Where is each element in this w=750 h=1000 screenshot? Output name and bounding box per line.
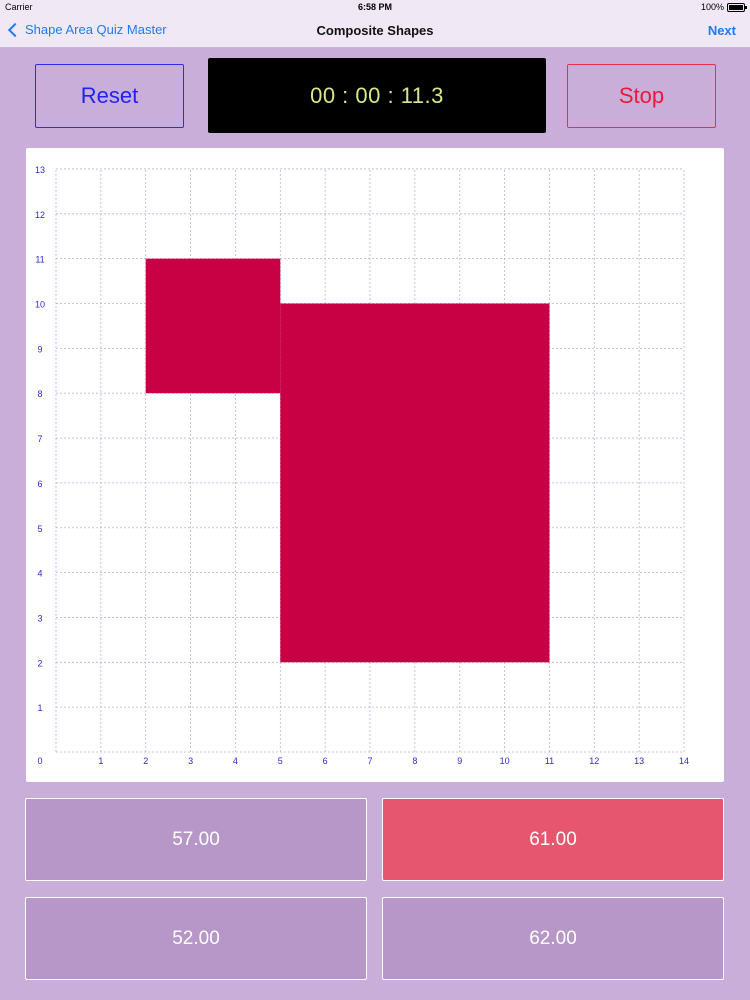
answer-option-4[interactable]: 62.00 — [382, 897, 724, 980]
y-tick-label: 1 — [37, 703, 42, 713]
x-tick-label: 7 — [368, 756, 373, 766]
navigation-bar: Shape Area Quiz Master Composite Shapes … — [0, 14, 750, 48]
y-tick-label: 5 — [37, 524, 42, 534]
x-tick-label: 10 — [500, 756, 510, 766]
y-tick-label: 8 — [37, 389, 42, 399]
clock: 6:58 PM — [357, 2, 392, 12]
y-tick-label: 6 — [37, 479, 42, 489]
y-tick-label: 11 — [35, 255, 44, 265]
y-tick-label: 12 — [35, 210, 45, 220]
composite-shape-part — [280, 303, 550, 663]
x-tick-label: 5 — [278, 756, 283, 766]
x-tick-label: 12 — [589, 756, 599, 766]
x-tick-label: 13 — [634, 756, 644, 766]
battery-icon — [727, 2, 747, 12]
page-title: Composite Shapes — [316, 23, 434, 38]
y-tick-label: 7 — [37, 434, 42, 444]
y-tick-label: 3 — [37, 613, 42, 623]
answer-option-1[interactable]: 57.00 — [25, 798, 367, 881]
reset-button[interactable]: Reset — [35, 64, 184, 128]
y-tick-label: 9 — [37, 344, 42, 354]
coordinate-grid: 0 1 2 3 4 5 6 7 8 9 10 11 12 13 1412345678910111213 — [35, 165, 689, 766]
answer-option-3[interactable]: 52.00 — [25, 897, 367, 980]
x-tick-label: 9 — [457, 756, 462, 766]
x-tick-label: 2 — [143, 756, 148, 766]
x-tick-label: 8 — [412, 756, 417, 766]
x-tick-label: 11 — [545, 756, 554, 766]
battery-percent: 100% — [700, 2, 724, 12]
stop-button[interactable]: Stop — [567, 64, 716, 128]
timer-display: 00 : 00 : 11.3 — [208, 58, 546, 133]
battery-indicator: 100% — [700, 2, 747, 12]
next-button[interactable]: Next — [708, 23, 736, 38]
status-bar: Carrier 6:58 PM 100% — [0, 0, 750, 14]
x-tick-label: 4 — [233, 756, 238, 766]
x-tick-label: 1 — [98, 756, 103, 766]
y-tick-label: 4 — [37, 569, 42, 579]
composite-shape-part — [145, 258, 281, 394]
x-tick-label: 3 — [188, 756, 193, 766]
x-tick-label: 14 — [679, 756, 689, 766]
x-tick-label: 6 — [323, 756, 328, 766]
x-tick-label: 0 — [37, 756, 42, 766]
grid-area: 0 1 2 3 4 5 6 7 8 9 10 11 12 13 14 1 2 3 4 5 6 7 8 9 10 11 12 13 — [26, 148, 724, 782]
y-tick-label: 10 — [35, 300, 45, 310]
answer-option-2[interactable]: 61.00 — [382, 798, 724, 881]
y-tick-label: 2 — [37, 658, 42, 668]
y-tick-label: 13 — [35, 165, 45, 175]
